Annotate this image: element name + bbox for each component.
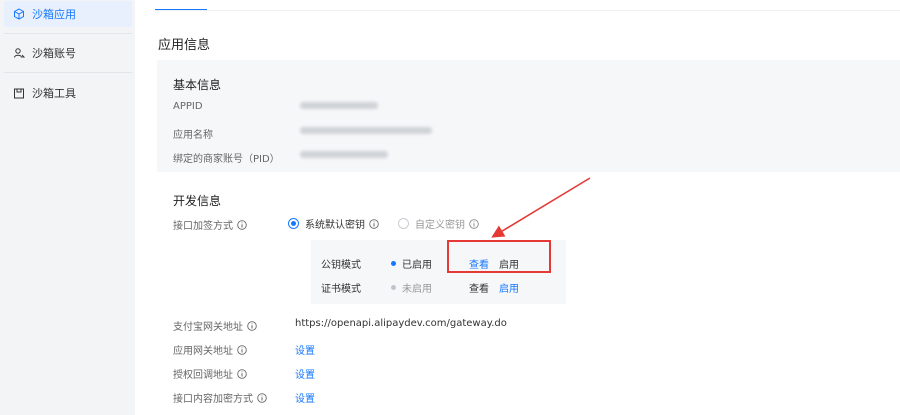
appid-label: APPID (173, 101, 203, 112)
app-gateway-text: 应用网关地址 (173, 346, 233, 357)
tab-bar (155, 10, 900, 11)
sidebar: 沙箱应用 沙箱账号 沙箱工具 (0, 0, 135, 415)
dev-info-title: 开发信息 (173, 194, 222, 208)
app-gateway-set-link[interactable]: 设置 (295, 342, 315, 357)
content-encrypt-text: 接口内容加密方式 (173, 394, 253, 405)
sidebar-item-label: 沙箱账号 (32, 47, 76, 60)
sidebar-item-sandbox-account[interactable]: 沙箱账号 (4, 40, 132, 66)
info-icon[interactable] (237, 368, 247, 379)
info-icon[interactable] (257, 392, 267, 403)
alipay-gateway-label: 支付宝网关地址 (173, 318, 257, 333)
radio-custom-label: 自定义密钥 (415, 220, 465, 231)
status-dot (391, 285, 396, 290)
sidebar-item-sandbox-app[interactable]: 沙箱应用 (4, 1, 132, 27)
info-icon[interactable] (247, 320, 257, 331)
status-badge-enabled: 已启用 (391, 256, 432, 271)
status-text: 未启用 (402, 284, 432, 295)
info-icon[interactable] (237, 219, 247, 230)
app-gateway-label: 应用网关地址 (173, 342, 247, 357)
divider (4, 33, 132, 34)
radio-default-key[interactable]: 系统默认密钥 (288, 216, 379, 231)
sign-method-label: 接口加签方式 (173, 217, 247, 232)
radio-custom-key[interactable]: 自定义密钥 (398, 216, 479, 231)
info-icon[interactable] (369, 218, 379, 229)
app-name-label: 应用名称 (173, 130, 213, 141)
pid-value-redacted (300, 151, 388, 158)
radio-dot-unchecked (398, 218, 409, 229)
users-icon (12, 46, 26, 60)
radio-dot-checked (288, 218, 299, 229)
main-panel: 应用信息 基本信息 APPID 应用名称 绑定的商家账号（PID） 开发信息 接… (135, 0, 900, 415)
appid-value-redacted (300, 102, 378, 109)
alipay-gateway-text: 支付宝网关地址 (173, 322, 243, 333)
basic-info-title: 基本信息 (173, 78, 222, 92)
alipay-gateway-value: https://openapi.alipaydev.com/gateway.do (295, 318, 507, 329)
auth-callback-label: 授权回调地址 (173, 366, 247, 381)
sidebar-item-label: 沙箱应用 (32, 8, 76, 21)
status-badge-disabled: 未启用 (391, 280, 432, 295)
radio-default-label: 系统默认密钥 (305, 220, 365, 231)
status-dot (391, 261, 396, 266)
info-icon[interactable] (469, 218, 479, 229)
content-encrypt-set-link[interactable]: 设置 (295, 390, 315, 405)
app-name-value-redacted (300, 127, 432, 134)
info-icon[interactable] (237, 344, 247, 355)
public-key-mode-label: 公钥模式 (321, 260, 361, 271)
auth-callback-set-link[interactable]: 设置 (295, 366, 315, 381)
status-text: 已启用 (402, 260, 432, 271)
highlight-box (447, 240, 551, 273)
enable-cert-link[interactable]: 启用 (499, 280, 519, 295)
divider (4, 72, 132, 73)
auth-callback-text: 授权回调地址 (173, 370, 233, 381)
view-cert-link[interactable]: 查看 (469, 280, 489, 295)
sign-method-text: 接口加签方式 (173, 221, 233, 232)
cert-mode-label: 证书模式 (321, 284, 361, 295)
cube-icon (12, 7, 26, 21)
pid-label: 绑定的商家账号（PID） (173, 154, 280, 165)
sidebar-item-sandbox-tools[interactable]: 沙箱工具 (4, 80, 132, 106)
page-title: 应用信息 (158, 38, 211, 53)
sidebar-item-label: 沙箱工具 (32, 87, 76, 100)
content-encrypt-label: 接口内容加密方式 (173, 390, 267, 405)
toolbox-icon (12, 86, 26, 100)
